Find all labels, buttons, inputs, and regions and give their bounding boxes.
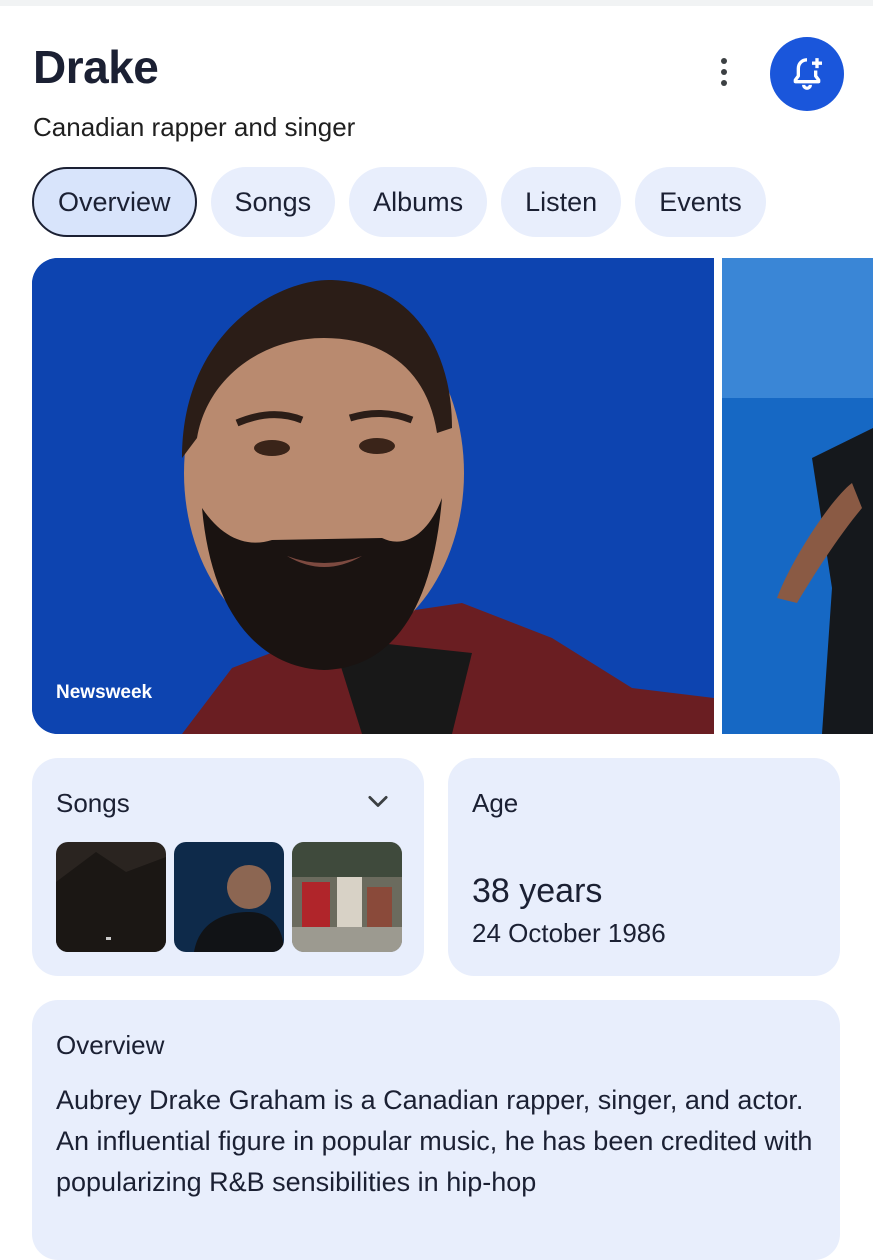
entity-subtitle: Canadian rapper and singer: [33, 112, 356, 142]
notify-button[interactable]: [770, 37, 844, 111]
songs-card-title: Songs: [56, 788, 130, 818]
tab-bar: Overview Songs Albums Listen Events: [32, 167, 766, 237]
secondary-photo[interactable]: [722, 258, 873, 734]
more-vertical-icon: [721, 58, 727, 64]
tab-overview[interactable]: Overview: [32, 167, 197, 237]
entity-title: Drake: [33, 41, 159, 93]
age-value: 38 years: [472, 872, 603, 910]
tab-songs[interactable]: Songs: [210, 167, 336, 237]
song-thumbnail[interactable]: [174, 842, 284, 952]
age-card-title: Age: [472, 788, 519, 818]
portrait-image: [32, 258, 714, 734]
photo-source-label: Newsweek: [56, 682, 153, 703]
chevron-down-icon[interactable]: [364, 788, 392, 816]
bell-plus-icon: [793, 58, 822, 90]
overview-card[interactable]: Overview Aubrey Drake Graham is a Canadi…: [32, 1000, 840, 1260]
song-thumbnail[interactable]: [292, 842, 402, 952]
more-options-button[interactable]: [706, 52, 742, 92]
concert-image: [722, 258, 873, 734]
birth-date: 24 October 1986: [472, 918, 666, 948]
age-card[interactable]: Age 38 years 24 October 1986: [448, 758, 840, 976]
tab-listen[interactable]: Listen: [501, 167, 622, 237]
tab-events[interactable]: Events: [635, 167, 766, 237]
overview-description: Aubrey Drake Graham is a Canadian rapper…: [56, 1085, 813, 1197]
top-divider: [0, 0, 873, 6]
songs-card[interactable]: Songs: [32, 758, 424, 976]
song-thumbnail[interactable]: [56, 842, 166, 952]
main-photo[interactable]: [32, 258, 714, 734]
tab-albums[interactable]: Albums: [349, 167, 488, 237]
overview-card-title: Overview: [56, 1030, 165, 1060]
